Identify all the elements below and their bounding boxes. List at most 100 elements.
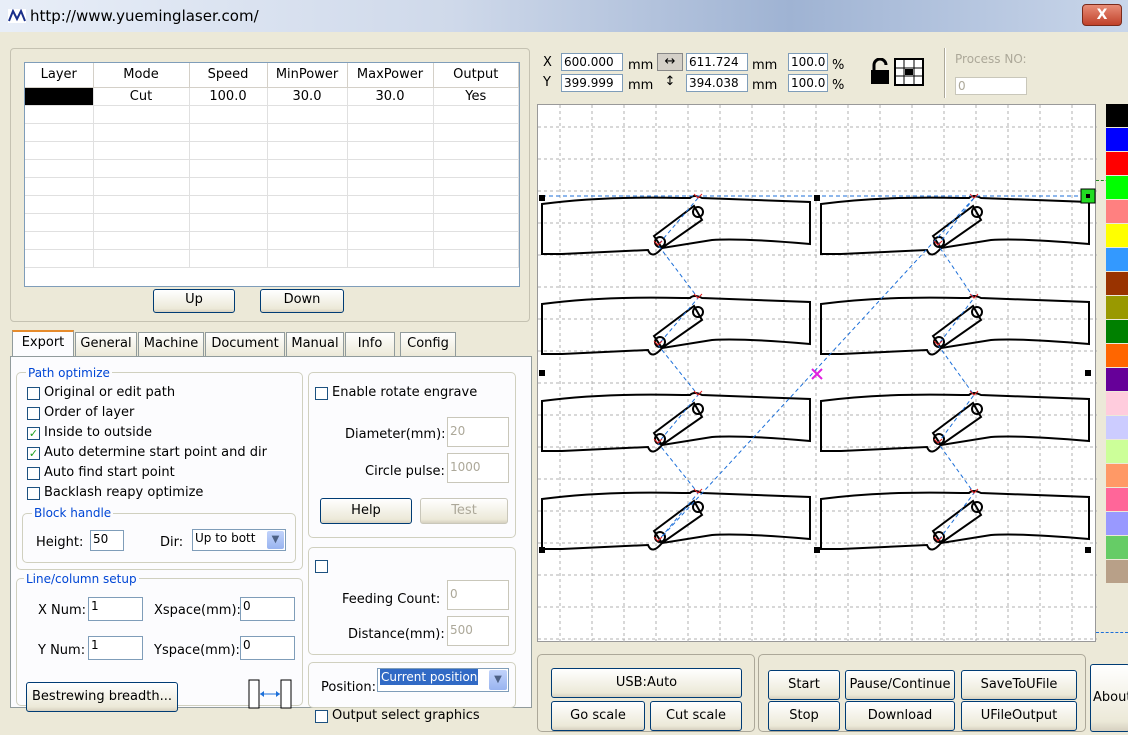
selection-handle bbox=[539, 547, 545, 553]
bestrewing-icon bbox=[248, 679, 292, 709]
position-value: Current position bbox=[380, 669, 479, 685]
checkbox-output-select[interactable] bbox=[315, 710, 328, 723]
col-maxpower: MaxPower bbox=[347, 63, 434, 88]
height-arrow-icon[interactable]: ↕ bbox=[657, 74, 683, 92]
tab-manual[interactable]: Manual bbox=[286, 332, 344, 356]
distance-input[interactable]: 500 bbox=[447, 616, 509, 646]
color-swatch[interactable] bbox=[1106, 104, 1128, 128]
color-swatch[interactable] bbox=[1106, 440, 1128, 464]
usb-auto-button[interactable]: USB:Auto bbox=[551, 668, 742, 698]
color-swatch[interactable] bbox=[1106, 368, 1128, 392]
help-button[interactable]: Help bbox=[320, 498, 412, 524]
selection-handle bbox=[539, 370, 545, 376]
table-row bbox=[25, 141, 519, 160]
save-to-ufile-button[interactable]: SaveToUFile bbox=[961, 670, 1077, 700]
height-input[interactable]: 394.038 bbox=[686, 74, 748, 92]
checkbox-rotate-engrave[interactable] bbox=[315, 387, 328, 400]
lock-icon[interactable] bbox=[870, 58, 890, 86]
cut-shape bbox=[541, 195, 811, 256]
xspace-input[interactable]: 0 bbox=[240, 597, 295, 621]
go-scale-button[interactable]: Go scale bbox=[551, 701, 645, 731]
process-no-input[interactable]: 0 bbox=[955, 77, 1027, 95]
download-button[interactable]: Download bbox=[845, 701, 955, 731]
cut-shape bbox=[541, 490, 811, 551]
table-row bbox=[25, 123, 519, 142]
cut-scale-button[interactable]: Cut scale bbox=[650, 701, 742, 731]
grid-anchor-icon[interactable] bbox=[894, 58, 924, 86]
tab-machine[interactable]: Machine bbox=[138, 332, 204, 356]
color-swatch[interactable] bbox=[1106, 320, 1128, 344]
width-lock-icon[interactable]: ↔ bbox=[657, 53, 683, 71]
diameter-input[interactable]: 20 bbox=[447, 417, 509, 447]
label-auto-start-point: Auto determine start point and dir bbox=[44, 445, 267, 460]
color-swatch[interactable] bbox=[1106, 248, 1128, 272]
checkbox-auto-find-start[interactable] bbox=[27, 467, 40, 480]
table-row[interactable]: Cut 100.0 30.0 30.0 Yes bbox=[25, 87, 519, 106]
checkbox-order-of-layer[interactable] bbox=[27, 407, 40, 420]
chevron-down-icon[interactable]: ▼ bbox=[489, 670, 507, 690]
color-swatch[interactable] bbox=[1106, 176, 1128, 200]
color-swatch[interactable] bbox=[1106, 128, 1128, 152]
checkbox-auto-start-point[interactable]: ✓ bbox=[27, 447, 40, 460]
layer-down-button[interactable]: Down bbox=[260, 289, 344, 313]
color-swatch[interactable] bbox=[1106, 416, 1128, 440]
selection-handle bbox=[814, 195, 820, 201]
yspace-input[interactable]: 0 bbox=[240, 636, 295, 660]
tab-info[interactable]: Info bbox=[345, 332, 395, 356]
color-swatch[interactable] bbox=[1106, 560, 1128, 584]
row-minpower: 30.0 bbox=[267, 87, 348, 106]
height-input[interactable]: 50 bbox=[90, 530, 124, 551]
stop-button[interactable]: Stop bbox=[768, 701, 840, 731]
scale-x-input[interactable]: 100.0 bbox=[788, 53, 828, 71]
color-swatch[interactable] bbox=[1106, 344, 1128, 368]
color-swatch[interactable] bbox=[1106, 536, 1128, 560]
xnum-input[interactable]: 1 bbox=[88, 597, 143, 621]
tab-export[interactable]: Export bbox=[12, 330, 74, 356]
checkbox-original-path[interactable] bbox=[27, 387, 40, 400]
tab-config[interactable]: Config bbox=[400, 332, 456, 356]
table-row bbox=[25, 213, 519, 232]
color-swatch[interactable] bbox=[1106, 464, 1128, 488]
y-input[interactable]: 399.999 bbox=[561, 74, 623, 92]
feeding-input[interactable]: 0 bbox=[447, 580, 509, 610]
layer-up-button[interactable]: Up bbox=[153, 289, 235, 313]
pulse-input[interactable]: 1000 bbox=[447, 453, 509, 483]
color-swatch[interactable] bbox=[1106, 512, 1128, 536]
about-button[interactable]: About bbox=[1090, 664, 1128, 732]
col-minpower: MinPower bbox=[267, 63, 348, 88]
chevron-down-icon[interactable]: ▼ bbox=[267, 531, 284, 549]
pause-continue-button[interactable]: Pause/Continue bbox=[845, 670, 955, 700]
travel-path bbox=[657, 197, 699, 542]
close-button[interactable]: X bbox=[1082, 4, 1122, 26]
bestrewing-button[interactable]: Bestrewing breadth... bbox=[26, 682, 178, 712]
title-bar: http://www.yueminglaser.com/ X bbox=[0, 0, 1128, 32]
color-swatch[interactable] bbox=[1106, 224, 1128, 248]
drawing-canvas[interactable] bbox=[537, 104, 1097, 643]
checkbox-feeding[interactable] bbox=[315, 560, 328, 573]
color-swatch[interactable] bbox=[1106, 392, 1128, 416]
test-button[interactable]: Test bbox=[420, 498, 508, 524]
ynum-input[interactable]: 1 bbox=[88, 636, 143, 660]
ufile-output-button[interactable]: UFileOutput bbox=[961, 701, 1077, 731]
layer-table[interactable]: Layer Mode Speed MinPower MaxPower Outpu… bbox=[24, 62, 520, 287]
scale-y-input[interactable]: 100.0 bbox=[788, 74, 828, 92]
tab-document[interactable]: Document bbox=[205, 332, 285, 356]
selection-handle bbox=[539, 195, 545, 201]
window-title: http://www.yueminglaser.com/ bbox=[30, 7, 259, 25]
tab-general[interactable]: General bbox=[75, 332, 137, 356]
checkbox-backlash[interactable] bbox=[27, 487, 40, 500]
label-backlash: Backlash reapy optimize bbox=[44, 485, 204, 500]
table-row bbox=[25, 195, 519, 214]
checkbox-inside-to-outside[interactable]: ✓ bbox=[27, 427, 40, 440]
color-palette bbox=[1106, 104, 1128, 624]
color-swatch[interactable] bbox=[1106, 200, 1128, 224]
start-button[interactable]: Start bbox=[768, 670, 840, 700]
color-swatch[interactable] bbox=[1106, 272, 1128, 296]
width-input[interactable]: 611.724 bbox=[686, 53, 748, 71]
color-swatch[interactable] bbox=[1106, 152, 1128, 176]
color-swatch[interactable] bbox=[1106, 488, 1128, 512]
canvas-svg[interactable] bbox=[538, 105, 1097, 643]
layer-color-swatch bbox=[25, 87, 94, 106]
x-input[interactable]: 600.000 bbox=[561, 53, 623, 71]
color-swatch[interactable] bbox=[1106, 296, 1128, 320]
